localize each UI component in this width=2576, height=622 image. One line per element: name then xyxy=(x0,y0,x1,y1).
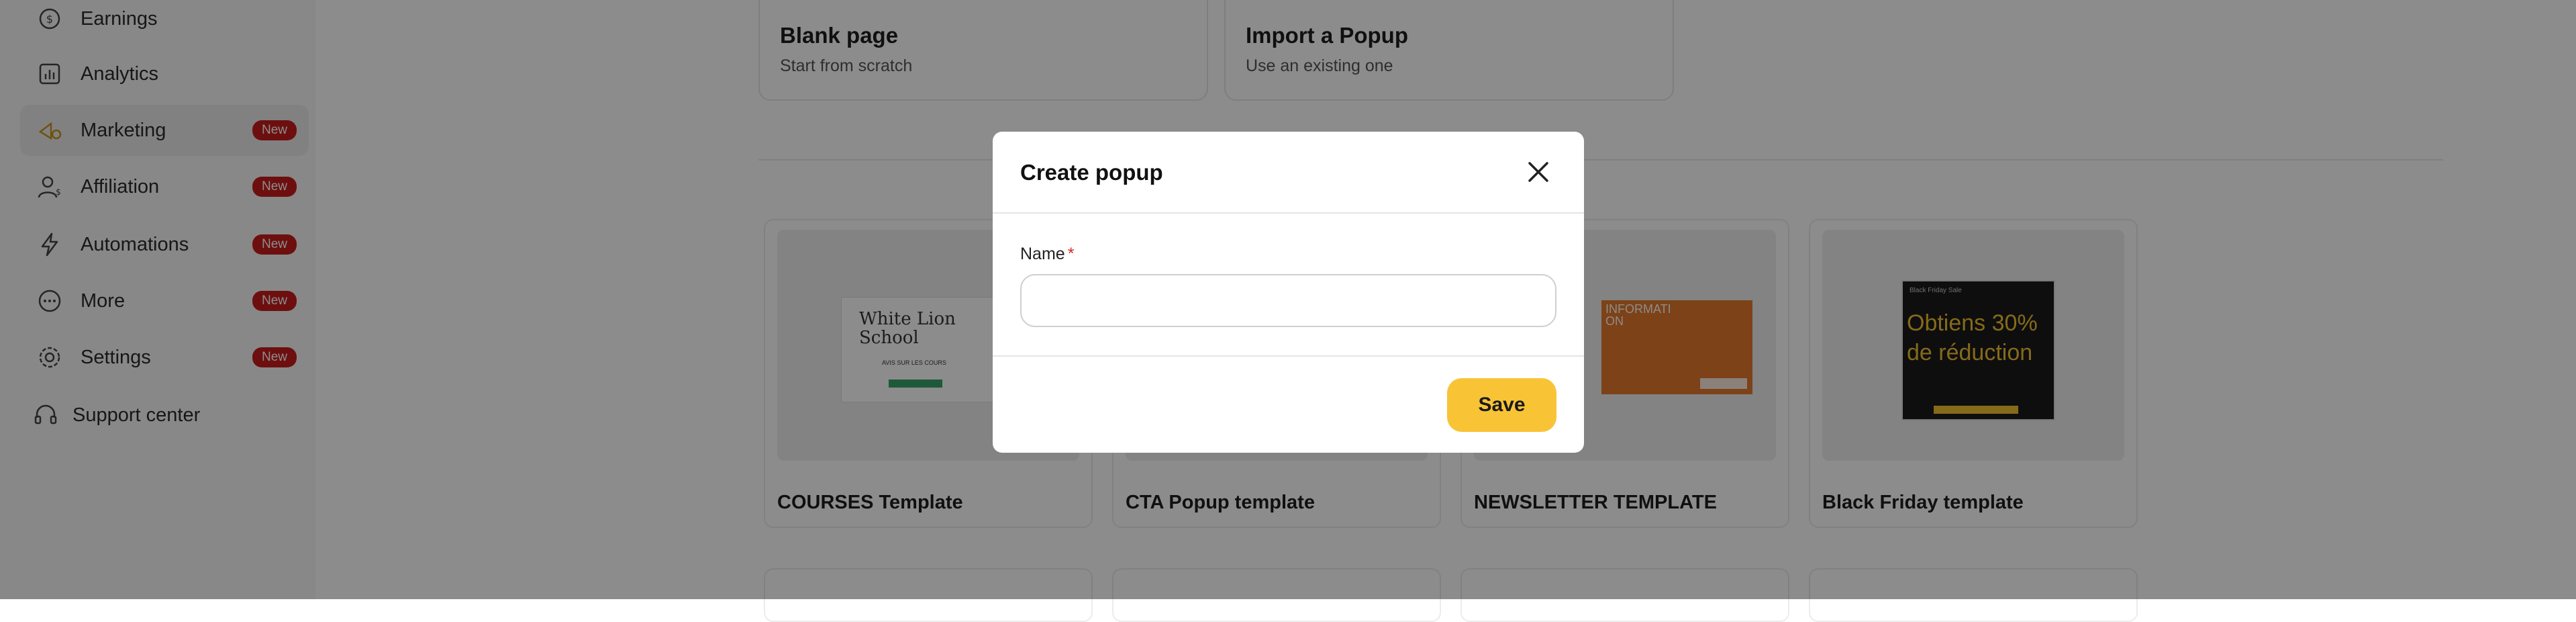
dialog-title: Create popup xyxy=(1020,160,1163,185)
footer-divider xyxy=(993,355,1584,357)
save-button[interactable]: Save xyxy=(1447,378,1556,432)
name-label-text: Name xyxy=(1020,245,1065,263)
header-divider xyxy=(993,212,1584,214)
close-button[interactable] xyxy=(1524,157,1553,187)
name-label: Name * xyxy=(1020,245,1074,264)
name-input[interactable] xyxy=(1020,274,1556,327)
close-icon xyxy=(1528,162,1548,182)
create-popup-dialog: Create popup Name * Save xyxy=(993,132,1584,453)
required-asterisk: * xyxy=(1067,245,1075,263)
